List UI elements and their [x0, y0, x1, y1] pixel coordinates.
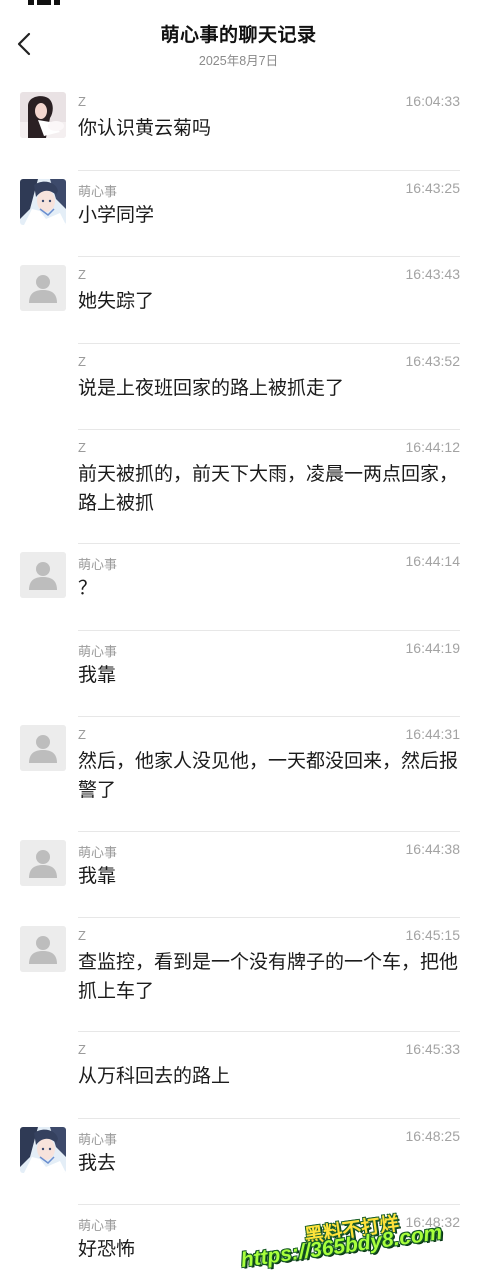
- message-text: 她失踪了: [78, 291, 155, 312]
- message-text: 好恐怖: [78, 1239, 136, 1260]
- message-item: 萌心事 16:48:32 好恐怖: [0, 1205, 477, 1280]
- message-sender: Z: [78, 1042, 86, 1057]
- message-text: 我靠: [78, 665, 117, 686]
- message-text: 我靠: [78, 866, 117, 887]
- message-sender: 萌心事: [78, 644, 118, 659]
- message-sender: Z: [78, 440, 86, 455]
- message-sender: 萌心事: [78, 1132, 118, 1147]
- chat-record-header: 萌心事的聊天记录 2025年8月7日: [0, 0, 477, 78]
- avatar[interactable]: [20, 179, 66, 225]
- message-item: Z 16:43:52 说是上夜班回家的路上被抓走了: [0, 344, 477, 430]
- message-sender: Z: [78, 94, 86, 109]
- message-time: 16:45:33: [405, 1041, 461, 1057]
- message-text: 你认识黄云菊吗: [78, 118, 212, 139]
- message-time: 16:44:19: [405, 640, 461, 656]
- message-item: Z 16:45:33 从万科回去的路上: [0, 1032, 477, 1119]
- message-item: Z 16:44:12 前天被抓的，前天下大雨，凌晨一两点回家，路上被抓: [0, 430, 477, 544]
- default-avatar-icon[interactable]: [20, 265, 66, 311]
- message-time: 16:48:25: [405, 1128, 461, 1144]
- message-sender: 萌心事: [78, 184, 118, 199]
- message-time: 16:43:52: [405, 353, 461, 369]
- message-sender: Z: [78, 727, 86, 742]
- message-text: 查监控，看到是一个没有牌子的一个车，把他抓上车了: [78, 952, 459, 1002]
- message-item: 萌心事 16:43:25 小学同学: [0, 171, 477, 257]
- message-text: ？: [78, 578, 98, 599]
- page-title: 萌心事的聊天记录: [160, 25, 317, 46]
- message-time: 16:44:38: [405, 841, 461, 857]
- message-sender: 萌心事: [78, 1218, 118, 1233]
- record-date: 2025年8月7日: [198, 54, 279, 68]
- default-avatar-icon[interactable]: [20, 725, 66, 771]
- message-text: 小学同学: [78, 205, 155, 226]
- message-sender: 萌心事: [78, 557, 118, 572]
- message-time: 16:43:43: [405, 266, 461, 282]
- message-time: 16:45:15: [405, 927, 461, 943]
- message-text: 从万科回去的路上: [78, 1066, 231, 1087]
- default-avatar-icon[interactable]: [20, 552, 66, 598]
- message-item: Z 16:44:31 然后，他家人没见他，一天都没回来，然后报警了: [0, 717, 477, 832]
- message-text: 说是上夜班回家的路上被抓走了: [78, 378, 345, 399]
- message-time: 16:44:14: [405, 553, 461, 569]
- default-avatar-icon[interactable]: [20, 926, 66, 972]
- message-sender: Z: [78, 928, 86, 943]
- message-item: 萌心事 16:48:25 我去: [0, 1119, 477, 1205]
- message-text: 然后，他家人没见他，一天都没回来，然后报警了: [78, 751, 459, 801]
- message-item: Z 16:45:15 查监控，看到是一个没有牌子的一个车，把他抓上车了: [0, 918, 477, 1032]
- message-item: 萌心事 16:44:14 ？: [0, 544, 477, 631]
- message-sender: 萌心事: [78, 845, 118, 860]
- message-item: 萌心事 16:44:38 我靠: [0, 832, 477, 918]
- message-item: Z 16:04:33 你认识黄云菊吗: [0, 84, 477, 171]
- message-text: 我去: [78, 1153, 117, 1174]
- avatar[interactable]: [20, 92, 66, 138]
- message-item: Z 16:43:43 她失踪了: [0, 257, 477, 344]
- message-sender: Z: [78, 354, 86, 369]
- message-time: 16:44:12: [405, 439, 461, 455]
- message-sender: Z: [78, 267, 86, 282]
- avatar[interactable]: [20, 1127, 66, 1173]
- default-avatar-icon[interactable]: [20, 840, 66, 886]
- message-text: 前天被抓的，前天下大雨，凌晨一两点回家，路上被抓: [78, 464, 459, 514]
- message-time: 16:04:33: [405, 93, 461, 109]
- message-item: 萌心事 16:44:19 我靠: [0, 631, 477, 717]
- message-time: 16:44:31: [405, 726, 461, 742]
- message-time: 16:48:32: [405, 1214, 461, 1230]
- message-time: 16:43:25: [405, 180, 461, 196]
